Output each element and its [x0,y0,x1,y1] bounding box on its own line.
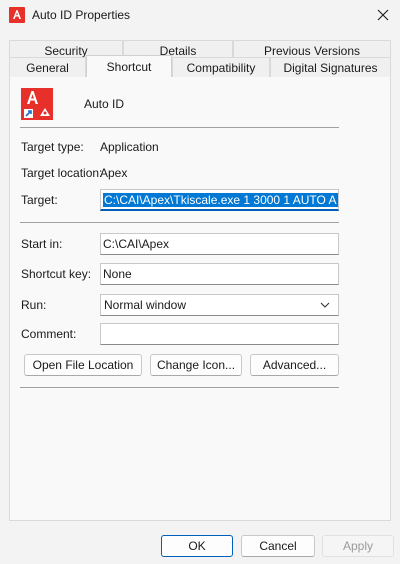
apply-button[interactable]: Apply [322,535,394,557]
tab-compatibility[interactable]: Compatibility [172,57,270,77]
target-label: Target: [21,193,58,207]
start-in-value: C:\CAI\Apex [103,237,170,251]
shortcut-key-input[interactable]: None [100,263,339,285]
cancel-button[interactable]: Cancel [241,535,315,557]
ok-button[interactable]: OK [161,535,233,557]
start-in-label: Start in: [21,237,63,251]
shortcut-app-icon [21,88,53,120]
app-icon [9,7,25,23]
target-type-label: Target type: [21,140,84,154]
comment-input[interactable] [100,323,339,345]
target-location-label: Target location: [21,166,103,180]
separator [20,222,339,223]
app-name: Auto ID [84,97,125,111]
tab-general[interactable]: General [9,57,86,77]
run-select[interactable]: Normal window [100,294,339,316]
change-icon-button[interactable]: Change Icon... [150,354,242,376]
target-location-value: Apex [100,166,128,180]
shortcut-key-value: None [103,267,132,281]
run-label: Run: [21,298,47,312]
tab-digital-signatures[interactable]: Digital Signatures [270,57,391,77]
open-file-location-button[interactable]: Open File Location [24,354,142,376]
comment-label: Comment: [21,327,77,341]
title-bar: Auto ID Properties [0,0,400,30]
window-title: Auto ID Properties [32,8,131,22]
advanced-button[interactable]: Advanced... [250,354,339,376]
close-icon [377,9,389,21]
target-input[interactable]: C:\CAI\Apex\Tkiscale.exe 1 3000 1 AUTO A… [100,189,339,211]
start-in-input[interactable]: C:\CAI\Apex [100,233,339,255]
target-type-value: Application [100,140,159,154]
tab-shortcut[interactable]: Shortcut [86,55,172,77]
separator [20,127,339,128]
close-button[interactable] [366,0,400,30]
run-select-value: Normal window [104,298,187,312]
separator [20,387,339,388]
chevron-down-icon [320,302,330,308]
target-input-text: C:\CAI\Apex\Tkiscale.exe 1 3000 1 AUTO A… [103,193,338,207]
shortcut-key-label: Shortcut key: [21,267,92,281]
